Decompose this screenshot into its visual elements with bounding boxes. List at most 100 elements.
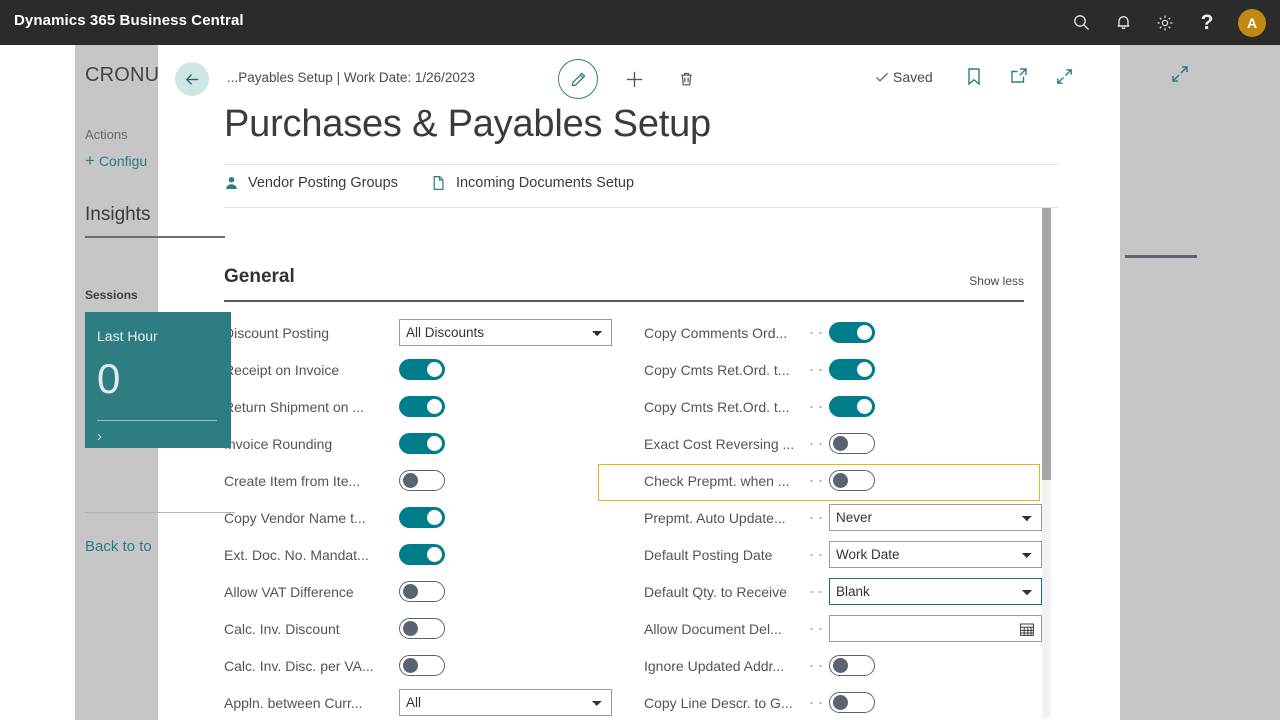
help-question-icon[interactable]: ?: [1188, 4, 1226, 42]
delete-trash-button[interactable]: [670, 63, 702, 95]
field-control: RemainderBlank: [829, 578, 1044, 605]
plus-icon: +: [85, 151, 95, 170]
bookmark-icon[interactable]: [963, 65, 985, 87]
field-row: Receipt on Invoice: [224, 351, 606, 388]
toggle-switch[interactable]: [399, 433, 445, 454]
notifications-bell-icon[interactable]: [1104, 4, 1142, 42]
date-input[interactable]: [829, 615, 1042, 642]
field-row: Check Prepmt. when ...: [644, 462, 1044, 499]
field-label: Invoice Rounding: [224, 435, 333, 452]
toggle-knob: [427, 510, 442, 525]
toggle-switch[interactable]: [399, 618, 445, 639]
field-row: Calc. Inv. Disc. per VA...: [224, 647, 606, 684]
sessions-card-visible[interactable]: Last Hour 0 ›: [85, 312, 231, 448]
toggle-switch[interactable]: [399, 470, 445, 491]
select-dropdown[interactable]: AllNoneEMU: [399, 689, 612, 716]
leader-dots: [807, 325, 823, 340]
search-icon[interactable]: [1062, 4, 1100, 42]
vendor-posting-groups-link[interactable]: Vendor Posting Groups: [224, 175, 398, 191]
leader-dots: [807, 547, 823, 562]
insights-underline-visible: [85, 236, 225, 238]
leader-dots: [807, 695, 823, 710]
toggle-switch[interactable]: [829, 470, 875, 491]
field-control: [399, 581, 614, 602]
toggle-switch[interactable]: [829, 359, 875, 380]
leader-dots: [807, 436, 823, 451]
field-label: Allow Document Del...: [644, 620, 782, 637]
field-control: [399, 359, 614, 380]
toggle-switch[interactable]: [829, 692, 875, 713]
toggle-switch[interactable]: [399, 655, 445, 676]
gear-icon[interactable]: [1146, 4, 1184, 42]
toggle-switch[interactable]: [829, 433, 875, 454]
field-row: Return Shipment on ...: [224, 388, 606, 425]
select-dropdown[interactable]: RemainderBlank: [829, 578, 1042, 605]
select-dropdown[interactable]: Work DateNo Date: [829, 541, 1042, 568]
field-label: Allow VAT Difference: [224, 583, 354, 600]
back-to-top-link-visible[interactable]: Back to to: [85, 538, 152, 555]
dialog-right-icon-group: [963, 65, 1075, 87]
field-row: Ext. Doc. No. Mandat...: [224, 536, 606, 573]
toggle-switch[interactable]: [399, 359, 445, 380]
select-dropdown[interactable]: All DiscountsInvoice DiscountsLine Disco…: [399, 319, 612, 346]
field-label: Copy Vendor Name t...: [224, 509, 366, 526]
incoming-documents-setup-link[interactable]: Incoming Documents Setup: [432, 175, 634, 191]
saved-label: Saved: [893, 69, 933, 85]
toggle-switch[interactable]: [399, 544, 445, 565]
breadcrumb: ...Payables Setup | Work Date: 1/26/2023: [227, 70, 475, 85]
field-row: Prepmt. Auto Update... NeverProcess on Po…: [644, 499, 1044, 536]
field-row: Copy Line Descr. to G...: [644, 684, 1044, 720]
field-row: Appln. between Curr... AllNoneEMU: [224, 684, 612, 720]
field-row: Create Item from Ite...: [224, 462, 606, 499]
field-control: [399, 655, 614, 676]
field-control: [399, 507, 614, 528]
configure-action-visible[interactable]: + Configu: [85, 152, 147, 169]
field-control: AllNoneEMU: [399, 689, 614, 716]
field-control: [829, 470, 1044, 491]
field-label: Copy Cmts Ret.Ord. t...: [644, 398, 790, 415]
toggle-switch[interactable]: [829, 396, 875, 417]
toggle-switch[interactable]: [399, 396, 445, 417]
field-control: [399, 396, 614, 417]
field-control: [399, 433, 614, 454]
toggle-switch[interactable]: [399, 581, 445, 602]
field-row: Calc. Inv. Discount: [224, 610, 606, 647]
saved-status: Saved: [875, 69, 933, 85]
toggle-switch[interactable]: [399, 507, 445, 528]
toggle-switch[interactable]: [829, 655, 875, 676]
edit-pencil-button[interactable]: [558, 59, 598, 99]
sessions-label-visible: Sessions: [85, 288, 138, 302]
toggle-switch[interactable]: [829, 322, 875, 343]
field-control: [829, 433, 1044, 454]
toggle-knob: [857, 362, 872, 377]
field-label: Exact Cost Reversing ...: [644, 435, 795, 452]
insights-heading-visible: Insights: [85, 204, 151, 225]
calendar-icon[interactable]: [1019, 621, 1035, 642]
field-label: Check Prepmt. when ...: [644, 472, 790, 489]
field-control: [399, 470, 614, 491]
chevron-right-icon[interactable]: ›: [97, 428, 102, 445]
dialog-scrollbar-thumb[interactable]: [1042, 208, 1051, 480]
field-label: Ext. Doc. No. Mandat...: [224, 546, 369, 563]
field-label: Receipt on Invoice: [224, 361, 340, 378]
field-label: Calc. Inv. Disc. per VA...: [224, 657, 374, 674]
new-plus-button[interactable]: [618, 63, 650, 95]
background-divider-visible: [85, 512, 235, 513]
expand-diagonal-icon[interactable]: [1053, 65, 1075, 87]
document-icon: [432, 175, 447, 191]
section-title: General: [224, 266, 295, 287]
field-label: Return Shipment on ...: [224, 398, 365, 415]
background-expand-icon[interactable]: [1170, 64, 1190, 89]
avatar[interactable]: A: [1238, 8, 1266, 37]
app-header-icon-group: ? A: [1062, 0, 1270, 45]
show-less-link[interactable]: Show less: [969, 274, 1024, 288]
open-in-new-window-icon[interactable]: [1008, 65, 1030, 87]
field-control: [399, 544, 614, 565]
person-icon: [224, 175, 239, 191]
toggle-knob: [427, 547, 442, 562]
field-control: [399, 618, 614, 639]
field-label: Ignore Updated Addr...: [644, 657, 785, 674]
select-dropdown[interactable]: NeverProcess on Posting: [829, 504, 1042, 531]
back-button[interactable]: [175, 62, 209, 96]
check-icon: [876, 72, 889, 82]
